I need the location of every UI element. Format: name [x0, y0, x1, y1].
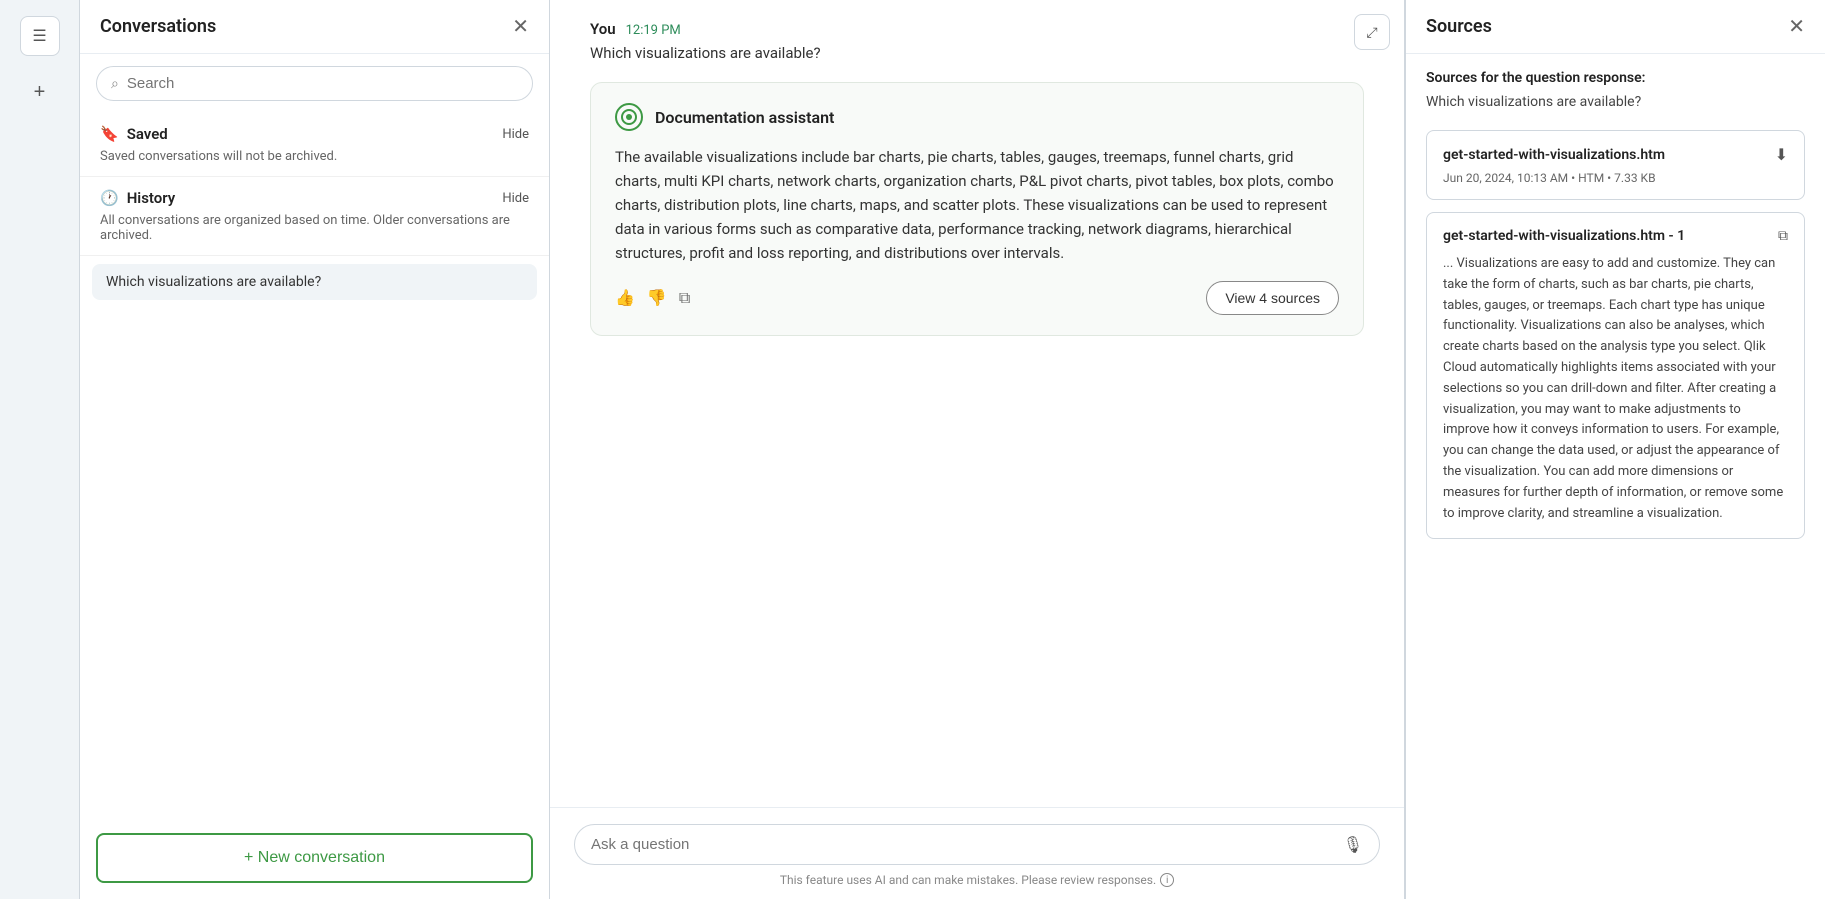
history-description: All conversations are organized based on… [100, 213, 529, 243]
assistant-header: Documentation assistant [615, 103, 1339, 131]
expand-icon: ⤢ [1366, 24, 1377, 41]
sources-content: Sources for the question response: Which… [1406, 54, 1825, 899]
source-download-button[interactable]: ⬇ [1775, 145, 1788, 165]
search-icon: ⌕ [111, 76, 119, 92]
user-message: You 12:19 PM Which visualizations are av… [590, 20, 1364, 62]
source-snippet-card: get-started-with-visualizations.htm - 1 … [1426, 212, 1805, 539]
add-conversation-button[interactable]: + [20, 72, 60, 112]
reaction-icons: 👍 👎 ⧉ [615, 288, 690, 308]
sources-title: Sources [1426, 16, 1492, 37]
conversations-close-button[interactable]: ✕ [512, 17, 529, 37]
user-message-header: You 12:19 PM [590, 20, 1364, 38]
history-section-header: 🕐 History Hide [100, 189, 529, 207]
assistant-message: Documentation assistant The available vi… [590, 82, 1364, 336]
chat-input[interactable] [591, 836, 1333, 853]
source-file-card: get-started-with-visualizations.htm ⬇ Ju… [1426, 130, 1805, 200]
source-snippet-header: get-started-with-visualizations.htm - 1 … [1443, 227, 1788, 244]
source-file-header: get-started-with-visualizations.htm ⬇ [1443, 145, 1788, 165]
message-actions: 👍 👎 ⧉ View 4 sources [615, 281, 1339, 315]
history-icon: 🕐 [100, 189, 119, 207]
saved-hide-button[interactable]: Hide [502, 127, 529, 142]
plus-icon: + [34, 81, 46, 104]
source-snippet-text: ... Visualizations are easy to add and c… [1443, 254, 1788, 524]
expand-chat-button[interactable]: ⤢ [1354, 14, 1390, 50]
history-section: 🕐 History Hide All conversations are org… [80, 177, 549, 256]
chat-input-area: 🎙 This feature uses AI and can make mist… [550, 807, 1404, 899]
chat-area: ⤢ You 12:19 PM Which visualizations are … [550, 0, 1405, 899]
message-timestamp: 12:19 PM [626, 23, 681, 38]
menu-icon-button[interactable]: ☰ [20, 16, 60, 56]
sources-question-label: Sources for the question response: [1426, 70, 1805, 86]
saved-section: 🔖 Saved Hide Saved conversations will no… [80, 113, 549, 177]
conversations-header: Conversations ✕ [80, 0, 549, 54]
info-icon[interactable]: i [1160, 873, 1174, 887]
thumbs-down-icon[interactable]: 👎 [647, 288, 667, 308]
list-icon: ☰ [32, 26, 46, 46]
conversations-panel: Conversations ✕ ⌕ 🔖 Saved Hide Saved con… [80, 0, 550, 899]
sources-question-text: Which visualizations are available? [1426, 94, 1805, 110]
thumbs-up-icon[interactable]: 👍 [615, 288, 635, 308]
view-sources-button[interactable]: View 4 sources [1206, 281, 1339, 315]
saved-section-header: 🔖 Saved Hide [100, 125, 529, 143]
chat-disclaimer: This feature uses AI and can make mistak… [574, 865, 1380, 891]
user-message-text: Which visualizations are available? [590, 44, 1364, 62]
search-input[interactable] [127, 75, 518, 92]
sources-header: Sources ✕ [1406, 0, 1825, 54]
source-file-meta: Jun 20, 2024, 10:13 AM • HTM • 7.33 KB [1443, 171, 1788, 185]
assistant-name: Documentation assistant [655, 108, 834, 127]
search-box[interactable]: ⌕ [96, 66, 533, 101]
source-copy-button[interactable]: ⧉ [1778, 227, 1788, 244]
history-hide-button[interactable]: Hide [502, 191, 529, 206]
sidebar-toggle-panel: ☰ + [0, 0, 80, 899]
list-item[interactable]: Which visualizations are available? [92, 264, 537, 300]
microphone-icon[interactable]: 🎙 [1343, 835, 1363, 854]
copy-response-icon[interactable]: ⧉ [679, 288, 690, 308]
chat-input-wrapper[interactable]: 🎙 [574, 824, 1380, 865]
assistant-response-text: The available visualizations include bar… [615, 145, 1339, 265]
source-file-name: get-started-with-visualizations.htm [1443, 147, 1665, 163]
new-conversation-button[interactable]: + New conversation [96, 833, 533, 883]
assistant-avatar [615, 103, 643, 131]
sources-panel: Sources ✕ Sources for the question respo… [1405, 0, 1825, 899]
saved-label: 🔖 Saved [100, 125, 168, 143]
conversations-title: Conversations [100, 16, 216, 37]
chat-messages: You 12:19 PM Which visualizations are av… [550, 0, 1404, 807]
bookmark-icon: 🔖 [100, 125, 119, 143]
saved-description: Saved conversations will not be archived… [100, 149, 529, 164]
source-snippet-name: get-started-with-visualizations.htm - 1 [1443, 228, 1685, 244]
sources-close-button[interactable]: ✕ [1788, 17, 1805, 37]
history-label: 🕐 History [100, 189, 175, 207]
user-label: You [590, 20, 616, 38]
disclaimer-text: This feature uses AI and can make mistak… [780, 873, 1156, 887]
